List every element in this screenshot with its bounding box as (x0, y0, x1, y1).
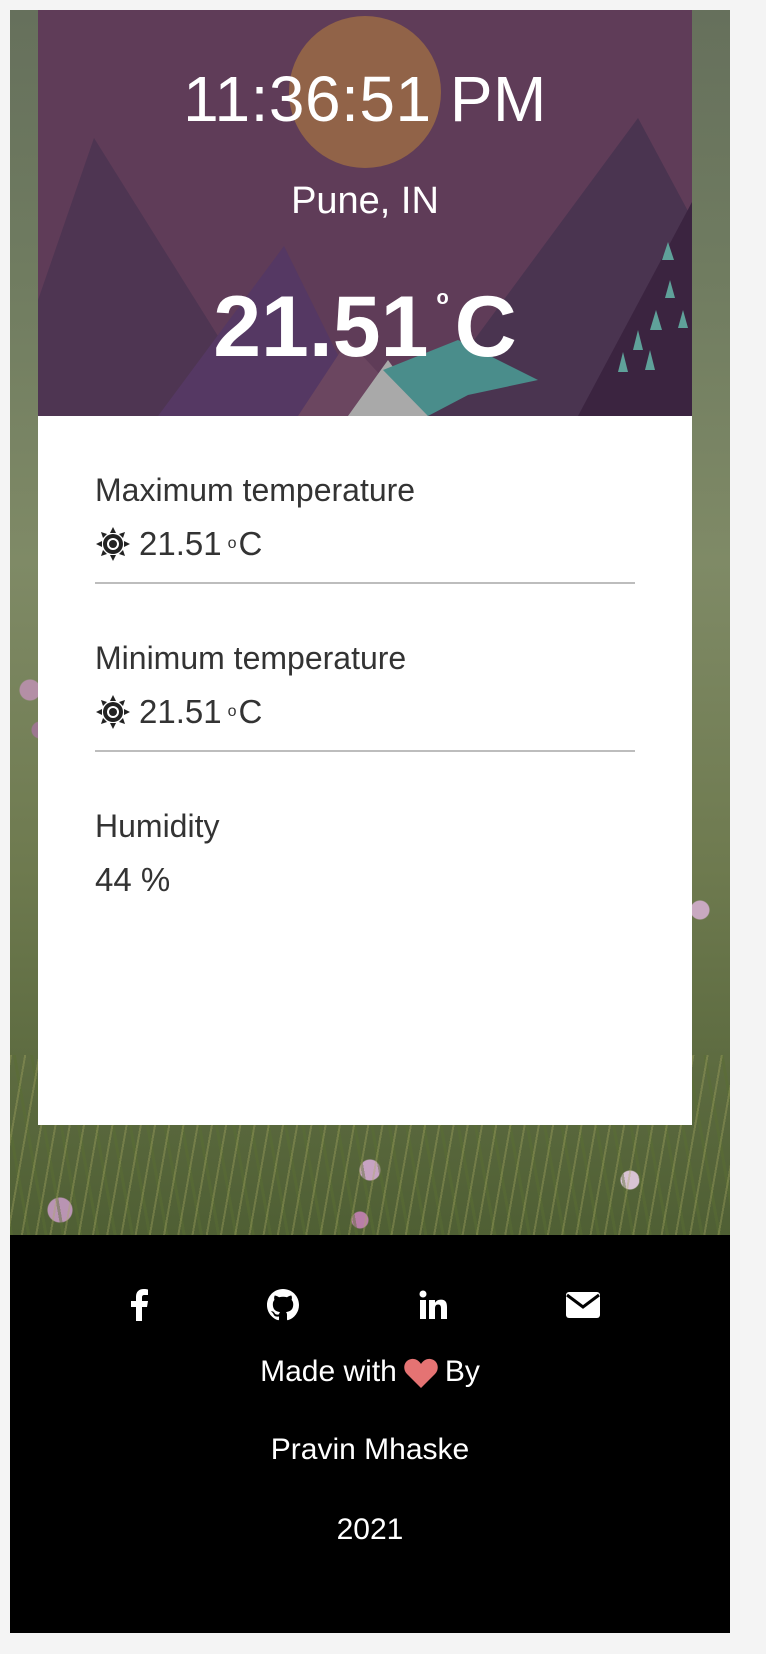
current-time: 11:36:51 PM (183, 63, 547, 135)
temperature-value: 21.51 (213, 279, 429, 375)
sun-icon (96, 527, 130, 561)
weather-hero: 11:36:51 PM Pune, IN 21.51 oC (38, 10, 692, 416)
linkedin-icon (419, 1290, 447, 1319)
location-label: Pune, IN (291, 180, 439, 222)
sun-icon (96, 695, 130, 729)
max-temperature-label: Maximum temperature (95, 472, 416, 508)
max-temperature-number: 21.51 (139, 525, 222, 562)
github-icon (267, 1289, 299, 1321)
min-temperature-value: 21.51 o C (95, 694, 635, 730)
by-text: By (444, 1355, 480, 1388)
humidity-label: Humidity (95, 808, 220, 844)
degree-symbol: o (227, 703, 237, 720)
author-name: Pravin Mhaske (270, 1433, 470, 1466)
current-temperature: 21.51 oC (38, 278, 692, 377)
temperature-unit: C (454, 279, 517, 375)
temperature-unit: C (238, 693, 263, 730)
footer: Made with By Pravin Mhaske 2021 (10, 1235, 730, 1633)
max-temperature-value: 21.51 o C (95, 526, 635, 562)
page-frame: 11:36:51 PM Pune, IN 21.51 oC Maximum tem… (10, 10, 730, 1633)
humidity-item: Humidity 44 % (95, 752, 635, 920)
max-temperature-item: Maximum temperature 21.51 o C (95, 416, 635, 584)
facebook-link[interactable] (119, 1285, 159, 1325)
email-icon (566, 1292, 600, 1318)
made-with-line: Made with By (10, 1355, 730, 1389)
linkedin-link[interactable] (413, 1285, 453, 1325)
copyright-year: 2021 (336, 1513, 404, 1546)
email-link[interactable] (563, 1285, 603, 1325)
heart-icon (404, 1359, 438, 1389)
min-temperature-item: Minimum temperature 21.51 o C (95, 584, 635, 752)
made-with-text: Made with (260, 1355, 397, 1388)
humidity-value: 44 % (95, 861, 171, 898)
weather-card: 11:36:51 PM Pune, IN 21.51 oC Maximum tem… (38, 10, 692, 1125)
min-temperature-label: Minimum temperature (95, 640, 407, 676)
weather-details: Maximum temperature 21.51 o C Minimum te… (38, 416, 692, 920)
min-temperature-number: 21.51 (139, 693, 222, 730)
temperature-unit: C (238, 525, 263, 562)
degree-symbol: o (436, 287, 449, 309)
github-link[interactable] (263, 1285, 303, 1325)
degree-symbol: o (227, 535, 237, 552)
facebook-icon (131, 1289, 148, 1321)
social-links (10, 1285, 730, 1327)
